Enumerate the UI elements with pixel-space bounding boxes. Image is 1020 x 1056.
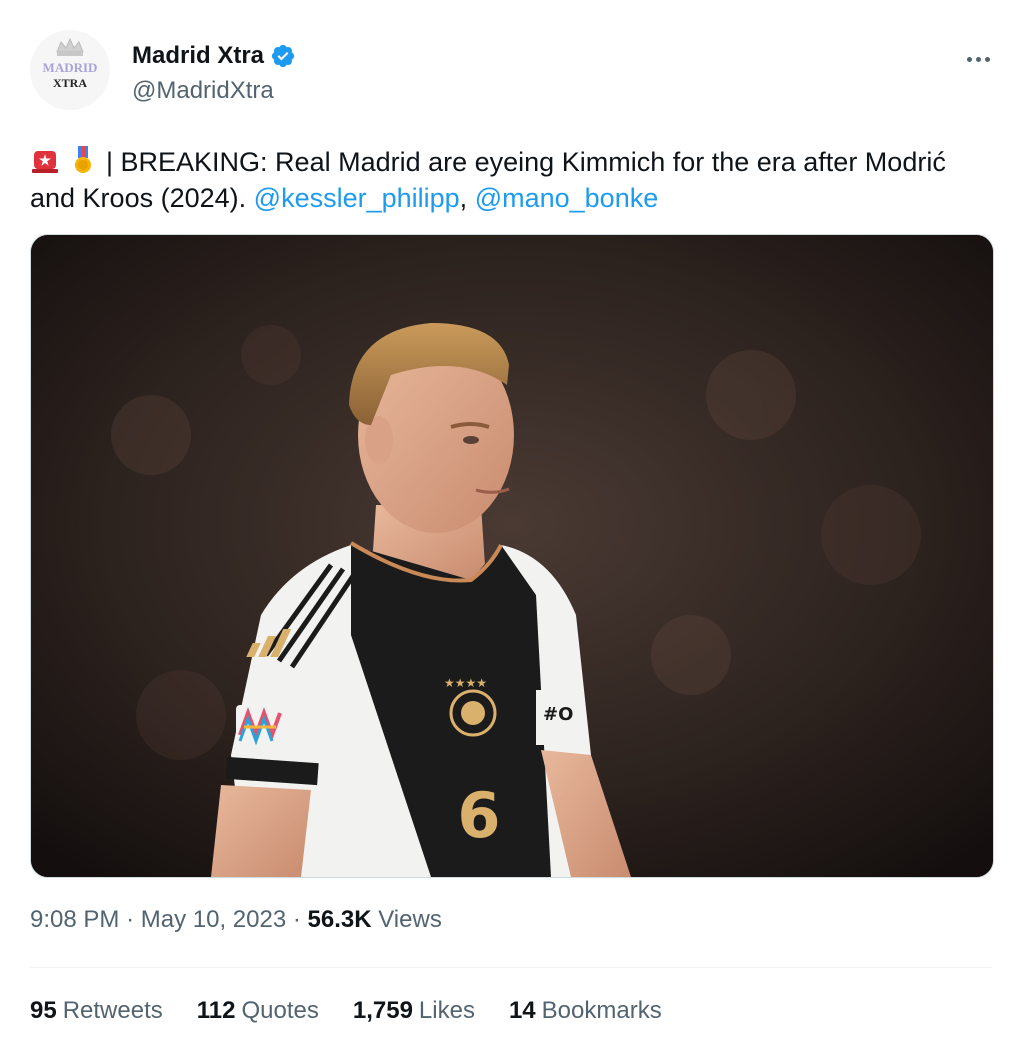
views-count: 56.3K <box>307 906 372 933</box>
author-handle[interactable]: @MadridXtra <box>132 77 274 105</box>
stat-count: 14 <box>508 997 536 1024</box>
mention-link[interactable]: @kessler_philipp <box>254 183 460 213</box>
police-light-icon <box>30 145 60 175</box>
divider <box>30 967 992 968</box>
mention-link[interactable]: @mano_bonke <box>475 183 659 213</box>
sleeve-text: #O <box>543 704 573 725</box>
player-photo: ★★★★ 6 #O <box>31 235 993 877</box>
stat-label: Bookmarks <box>541 997 662 1024</box>
stat-count: 1,759 <box>352 997 413 1024</box>
madrid-xtra-logo: MADRID XTRA <box>30 30 110 110</box>
mention-separator: , <box>459 183 468 213</box>
more-dot-icon <box>984 56 990 62</box>
bookmarks-stat[interactable]: 14 Bookmarks <box>509 997 662 1025</box>
stat-count: 112 <box>196 997 236 1024</box>
tweet-date[interactable]: May 10, 2023 <box>141 906 286 933</box>
more-dot-icon <box>975 56 981 62</box>
tweet-text: | BREAKING: Real Madrid are eyeing Kimmi… <box>30 144 980 216</box>
quotes-stat[interactable]: 112 Quotes <box>197 997 319 1025</box>
tweet-media-image[interactable]: ★★★★ 6 #O <box>30 234 994 878</box>
meta-separator: · <box>126 906 135 933</box>
stat-label: Likes <box>418 997 475 1024</box>
more-dot-icon <box>966 56 972 62</box>
svg-text:XTRA: XTRA <box>53 76 87 90</box>
tweet-time[interactable]: 9:08 PM <box>30 906 119 933</box>
stat-count: 95 <box>30 997 57 1024</box>
tweet-meta: 9:08 PM · May 10, 2023 · 56.3K Views <box>30 906 442 934</box>
retweets-stat[interactable]: 95 Retweets <box>30 997 163 1025</box>
stat-label: Quotes <box>241 997 319 1024</box>
author-display-name[interactable]: Madrid Xtra <box>132 42 264 70</box>
author-avatar[interactable]: MADRID XTRA <box>30 30 110 110</box>
views-label: Views <box>378 906 442 933</box>
tweet-stats: 95 Retweets 112 Quotes 1,759 Likes 14 Bookma… <box>30 997 696 1025</box>
medal-icon <box>68 145 98 175</box>
verified-badge-icon <box>270 43 296 69</box>
svg-text:★★★★: ★★★★ <box>444 676 487 690</box>
stat-label: Retweets <box>62 997 163 1024</box>
svg-text:MADRID: MADRID <box>43 60 98 75</box>
more-options-button[interactable] <box>960 46 996 72</box>
likes-stat[interactable]: 1,759 Likes <box>353 997 475 1025</box>
jersey-number: 6 <box>457 779 500 852</box>
meta-separator: · <box>292 906 301 933</box>
